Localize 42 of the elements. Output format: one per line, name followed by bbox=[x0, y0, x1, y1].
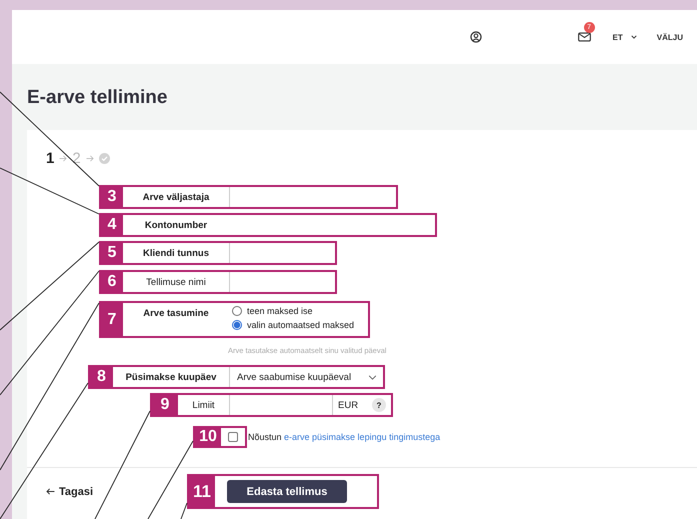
mail-icon[interactable] bbox=[578, 32, 591, 42]
callout-number: 8 bbox=[90, 367, 113, 387]
field-label: Püsimakse kuupäev bbox=[124, 370, 218, 384]
callout-number: 5 bbox=[101, 243, 123, 263]
back-arrow-icon bbox=[46, 488, 55, 495]
field-label: Kliendi tunnus bbox=[142, 246, 210, 260]
step-number: 1 bbox=[46, 150, 54, 166]
callout-number: 11 bbox=[189, 476, 215, 507]
option-label: teen maksed ise bbox=[247, 306, 313, 316]
field-label: Arve väljastaja bbox=[142, 190, 210, 204]
page-title: E-arve tellimine bbox=[27, 87, 168, 109]
language-dropdown[interactable]: ET bbox=[612, 32, 637, 42]
submit-button[interactable]: Edasta tellimus bbox=[227, 480, 347, 503]
checkbox[interactable] bbox=[228, 432, 238, 442]
chevron-icon bbox=[368, 374, 377, 380]
callout-number: 6 bbox=[101, 272, 123, 292]
user-icon[interactable] bbox=[470, 31, 482, 43]
back-link[interactable]: Tagasi bbox=[46, 486, 187, 498]
option-label: valin automaatsed maksed bbox=[247, 320, 354, 330]
field-label: Tellimuse nimi bbox=[145, 276, 207, 290]
agreement-text: Nõustun e-arve püsimakse lepingu tingimustega bbox=[248, 432, 440, 442]
arrow-icon bbox=[86, 154, 94, 162]
field-label: Limiit bbox=[191, 398, 216, 412]
back-label: Tagasi bbox=[59, 486, 94, 498]
callout-number: 4 bbox=[101, 215, 123, 235]
callout-number: 3 bbox=[101, 187, 123, 207]
radio-button[interactable] bbox=[232, 306, 242, 316]
callout-number: 10 bbox=[195, 428, 221, 446]
help-button[interactable]: ? bbox=[372, 398, 386, 412]
select-dropdown[interactable]: Arve saabumise kuupäeval bbox=[229, 367, 383, 387]
arrow-icon bbox=[59, 154, 68, 162]
radio-button[interactable] bbox=[232, 320, 242, 330]
callout-number: 9 bbox=[152, 395, 178, 415]
logout-link[interactable]: VÄLJU bbox=[656, 32, 683, 42]
unit-label: EUR bbox=[338, 400, 360, 410]
input-field[interactable] bbox=[229, 395, 333, 415]
field-label: Arve tasumine bbox=[142, 307, 210, 321]
field-label: Kontonumber bbox=[144, 218, 208, 232]
terms-link[interactable]: e-arve püsimakse lepingu tingimustega bbox=[284, 432, 440, 442]
chevron-icon bbox=[630, 35, 637, 39]
callout-number: 7 bbox=[101, 303, 123, 336]
step-number: 2 bbox=[72, 150, 81, 166]
